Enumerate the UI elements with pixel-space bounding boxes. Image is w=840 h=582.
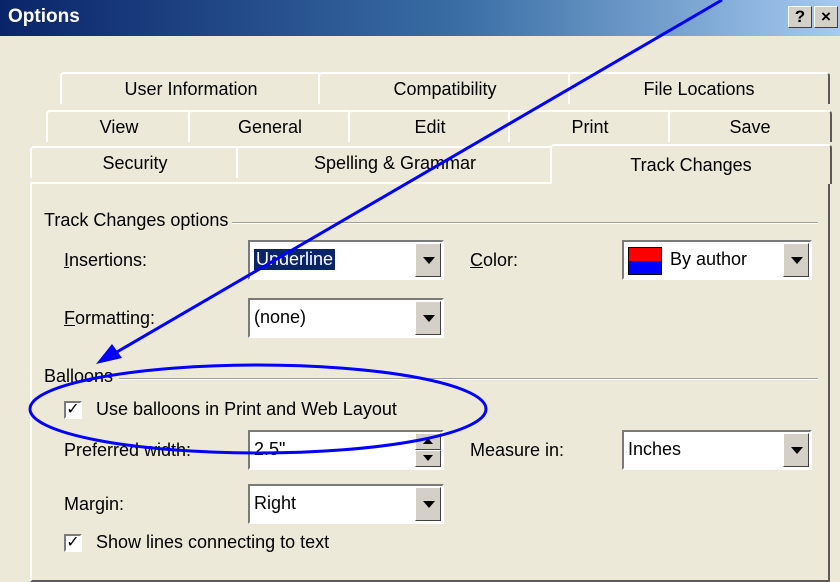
margin-select[interactable]: Right bbox=[248, 484, 444, 524]
insertions-label-text: nsertions: bbox=[69, 250, 148, 270]
swatch-blue bbox=[629, 261, 661, 274]
formatting-label-text: ormatting: bbox=[75, 308, 156, 328]
measure-in-label: Measure in: bbox=[470, 440, 565, 460]
spin-down-icon[interactable] bbox=[415, 450, 441, 467]
chevron-down-icon[interactable] bbox=[783, 433, 809, 467]
chevron-down-icon[interactable] bbox=[783, 243, 809, 277]
tab-view[interactable]: View bbox=[46, 110, 192, 142]
preferred-width-spinner[interactable]: 2.5" bbox=[248, 430, 444, 470]
tab-compatibility[interactable]: Compatibility bbox=[318, 72, 572, 104]
color-label-text: olor: bbox=[483, 250, 519, 270]
insertions-select[interactable]: Underline bbox=[248, 240, 444, 280]
title-bar: Options ? × bbox=[0, 0, 840, 36]
formatting-select[interactable]: (none) bbox=[248, 298, 444, 338]
color-value: By author bbox=[670, 249, 748, 269]
tab-save[interactable]: Save bbox=[668, 110, 832, 142]
insertions-label: Insertions: bbox=[64, 250, 148, 270]
preferred-width-label: Preferred width: bbox=[64, 440, 192, 460]
tab-general[interactable]: General bbox=[188, 110, 352, 142]
tab-track-changes[interactable]: Track Changes bbox=[550, 144, 832, 184]
formatting-label: Formatting: bbox=[64, 308, 156, 328]
show-lines-checkbox[interactable]: ✓ bbox=[64, 534, 82, 552]
margin-value: Right bbox=[254, 493, 297, 513]
use-balloons-label[interactable]: Use balloons in Print and Web Layout bbox=[96, 399, 397, 420]
balloons-label: Balloons bbox=[44, 366, 120, 387]
margin-label: Margin: bbox=[64, 494, 125, 514]
color-label: Color: bbox=[470, 250, 519, 270]
help-button[interactable]: ? bbox=[788, 6, 812, 28]
measure-in-select[interactable]: Inches bbox=[622, 430, 812, 470]
color-swatch bbox=[628, 247, 662, 275]
close-button[interactable]: × bbox=[814, 6, 838, 28]
tab-spelling-grammar[interactable]: Spelling & Grammar bbox=[236, 146, 554, 178]
use-balloons-checkbox[interactable]: ✓ bbox=[64, 401, 82, 419]
tab-security[interactable]: Security bbox=[30, 146, 240, 178]
tab-user-information[interactable]: User Information bbox=[60, 72, 322, 104]
chevron-down-icon[interactable] bbox=[415, 243, 441, 277]
checkmark-icon: ✓ bbox=[66, 534, 80, 551]
tab-print[interactable]: Print bbox=[508, 110, 672, 142]
window-title: Options bbox=[8, 6, 80, 27]
preferred-width-value: 2.5" bbox=[254, 439, 286, 459]
track-changes-options-label: Track Changes options bbox=[44, 210, 233, 231]
insertions-value: Underline bbox=[252, 248, 337, 271]
formatting-value: (none) bbox=[254, 307, 307, 327]
measure-in-value: Inches bbox=[628, 439, 682, 459]
chevron-down-icon[interactable] bbox=[415, 301, 441, 335]
show-lines-label[interactable]: Show lines connecting to text bbox=[96, 532, 329, 553]
tab-file-locations[interactable]: File Locations bbox=[568, 72, 830, 104]
spin-up-icon[interactable] bbox=[415, 433, 441, 450]
tab-edit[interactable]: Edit bbox=[348, 110, 512, 142]
checkmark-icon: ✓ bbox=[66, 401, 80, 418]
group-divider bbox=[44, 378, 818, 380]
swatch-red bbox=[629, 248, 661, 261]
chevron-down-icon[interactable] bbox=[415, 487, 441, 521]
color-select[interactable]: By author bbox=[622, 240, 812, 280]
